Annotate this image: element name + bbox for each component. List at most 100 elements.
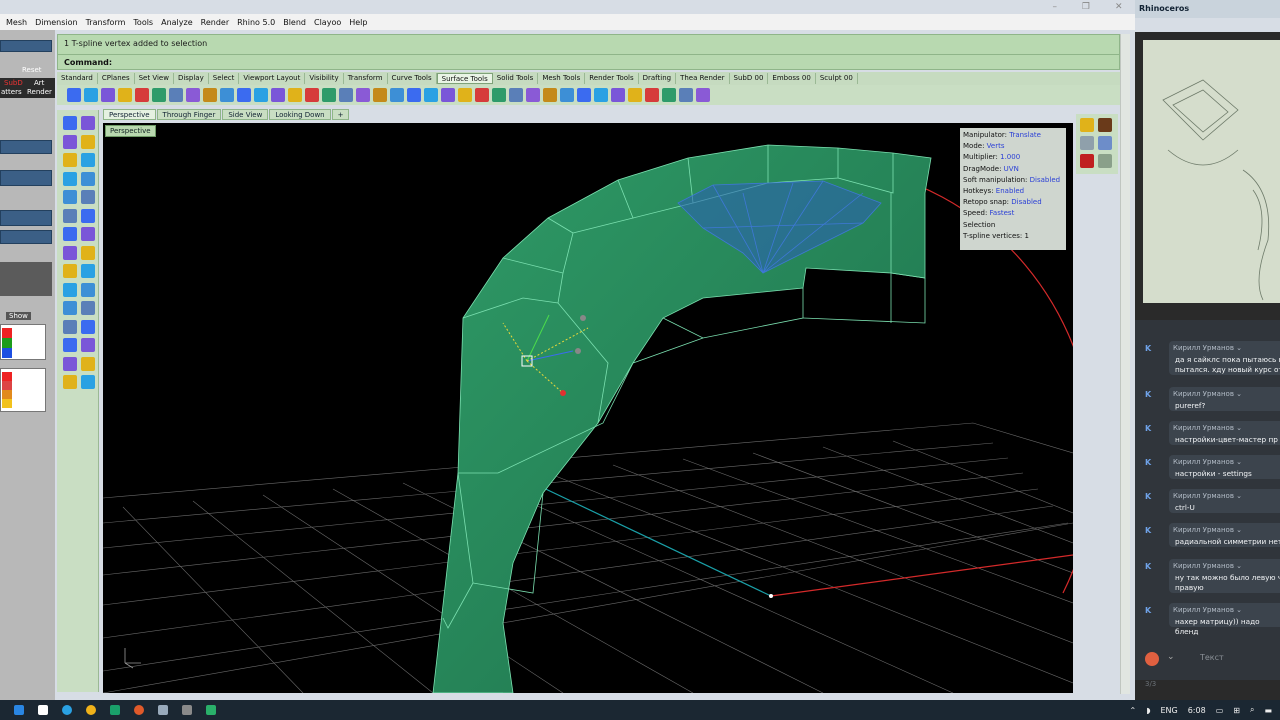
toolbar-icon[interactable] [1080, 118, 1094, 132]
tool-icon[interactable] [63, 190, 77, 204]
toolbar-tab-standard[interactable]: Standard [57, 73, 98, 84]
chevron-down-icon[interactable]: ⌄ [1167, 652, 1175, 662]
command-prompt[interactable]: Command: [58, 54, 1119, 69]
tool-icon[interactable] [81, 227, 95, 241]
toolbar-button-icon[interactable] [356, 88, 370, 102]
menu-blend[interactable]: Blend [279, 18, 310, 27]
toolbar-button-icon[interactable] [560, 88, 574, 102]
tool-icon[interactable] [81, 375, 95, 389]
toolbar-button-icon[interactable] [135, 88, 149, 102]
toolbar-tab-cplanes[interactable]: CPlanes [98, 73, 135, 84]
toolbar-button-icon[interactable] [186, 88, 200, 102]
taskbar-app-icon[interactable] [158, 705, 168, 715]
tool-icon[interactable] [63, 116, 77, 130]
perspective-viewport[interactable]: Perspective Manipulator: Translate Mode: … [103, 123, 1073, 693]
skype-icon[interactable] [62, 705, 72, 715]
toolbar-tab-solid-tools[interactable]: Solid Tools [493, 73, 539, 84]
toolbar-button-icon[interactable] [203, 88, 217, 102]
tool-icon[interactable] [81, 264, 95, 278]
menu-clayoo[interactable]: Clayoo [310, 18, 345, 27]
tool-icon[interactable] [81, 338, 95, 352]
taskbar-app-icon[interactable] [206, 705, 216, 715]
toolbar-tab-display[interactable]: Display [174, 73, 209, 84]
tool-icon[interactable] [63, 171, 77, 186]
message-author[interactable]: Кирилл Урманов ⌄ [1173, 390, 1242, 398]
menu-rhino5[interactable]: Rhino 5.0 [233, 18, 279, 27]
toolbar-button-icon[interactable] [271, 88, 285, 102]
tab-through-finger[interactable]: Through Finger [156, 108, 222, 120]
toolbar-button-icon[interactable] [424, 88, 438, 102]
toolbar-tab-visibility[interactable]: Visibility [305, 73, 344, 84]
toolbar-icon[interactable] [1098, 136, 1112, 150]
menu-render[interactable]: Render [197, 18, 233, 27]
toolbar-button-icon[interactable] [322, 88, 336, 102]
toolbar-button-icon[interactable] [543, 88, 557, 102]
panel-row-2[interactable] [0, 170, 52, 186]
tool-icon[interactable] [63, 319, 77, 334]
tool-icon[interactable] [81, 190, 95, 204]
tool-icon[interactable] [81, 245, 95, 260]
tool-icon[interactable] [81, 116, 95, 130]
toolbar-tab-render-tools[interactable]: Render Tools [585, 73, 639, 84]
tool-icon[interactable] [81, 208, 95, 223]
toolbar-icon[interactable] [1098, 154, 1112, 168]
tool-icon[interactable] [81, 171, 95, 186]
toolbar-button-icon[interactable] [84, 88, 98, 102]
chat-input[interactable]: Текст [1200, 653, 1224, 662]
tool-icon[interactable] [81, 319, 95, 334]
menu-analyze[interactable]: Analyze [157, 18, 197, 27]
toolbar-button-icon[interactable] [662, 88, 676, 102]
toolbar-tab-viewport-layout[interactable]: Viewport Layout [239, 73, 306, 84]
toolbar-button-icon[interactable] [373, 88, 387, 102]
toolbar-tab-curve-tools[interactable]: Curve Tools [388, 73, 437, 84]
tool-icon[interactable] [81, 301, 95, 315]
toolbar-icon[interactable] [1098, 118, 1112, 132]
tool-icon[interactable] [63, 245, 77, 260]
toolbar-button-icon[interactable] [611, 88, 625, 102]
vertical-scrollbar[interactable] [1120, 34, 1130, 694]
toolbar-button-icon[interactable] [339, 88, 353, 102]
toolbar-button-icon[interactable] [254, 88, 268, 102]
language-indicator[interactable]: ENG [1160, 706, 1177, 715]
menu-mesh[interactable]: Mesh [2, 18, 31, 27]
toolbar-button-icon[interactable] [152, 88, 166, 102]
toolbar-button-icon[interactable] [475, 88, 489, 102]
toolbar-button-icon[interactable] [220, 88, 234, 102]
menu-transform[interactable]: Transform [82, 18, 130, 27]
toolbar-button-icon[interactable] [696, 88, 710, 102]
toolbar-button-icon[interactable] [237, 88, 251, 102]
toolbar-button-icon[interactable] [509, 88, 523, 102]
toolbar-button-icon[interactable] [492, 88, 506, 102]
toolbar-button-icon[interactable] [169, 88, 183, 102]
toolbar-tab-thea-render[interactable]: Thea Render [676, 73, 730, 84]
tab-perspective[interactable]: Perspective [103, 108, 156, 120]
toolbar-button-icon[interactable] [526, 88, 540, 102]
tool-icon[interactable] [63, 375, 77, 389]
tool-icon[interactable] [63, 153, 77, 167]
message-author[interactable]: Кирилл Урманов ⌄ [1173, 344, 1242, 352]
message-author[interactable]: Кирилл Урманов ⌄ [1173, 606, 1242, 614]
taskbar-app-icon[interactable] [134, 705, 144, 715]
panel-row-3[interactable] [0, 210, 52, 226]
restore-button[interactable]: ❐ [1082, 2, 1090, 12]
taskbar-app-icon[interactable] [38, 705, 48, 715]
reset-button[interactable]: Reset [22, 66, 42, 74]
toolbar-icon[interactable] [1080, 154, 1094, 168]
tool-icon[interactable] [81, 356, 95, 371]
toolbar-button-icon[interactable] [67, 88, 81, 102]
windows-icon[interactable]: ⊞ [1233, 706, 1240, 715]
toolbar-tab-transform[interactable]: Transform [344, 73, 388, 84]
menu-dimension[interactable]: Dimension [31, 18, 82, 27]
toolbar-tab-set-view[interactable]: Set View [135, 73, 174, 84]
minimize-button[interactable]: – [1052, 2, 1057, 12]
tool-icon[interactable] [63, 301, 77, 315]
message-author[interactable]: Кирилл Урманов ⌄ [1173, 492, 1242, 500]
toolbar-tab-surface-tools[interactable]: Surface Tools [436, 73, 493, 84]
network-icon[interactable]: ⌃ [1130, 706, 1137, 715]
toolbar-button-icon[interactable] [679, 88, 693, 102]
tool-icon[interactable] [81, 134, 95, 149]
message-author[interactable]: Кирилл Урманов ⌄ [1173, 458, 1242, 466]
tool-icon[interactable] [63, 264, 77, 278]
menu-tools[interactable]: Tools [129, 18, 157, 27]
chrome-icon[interactable] [86, 705, 96, 715]
